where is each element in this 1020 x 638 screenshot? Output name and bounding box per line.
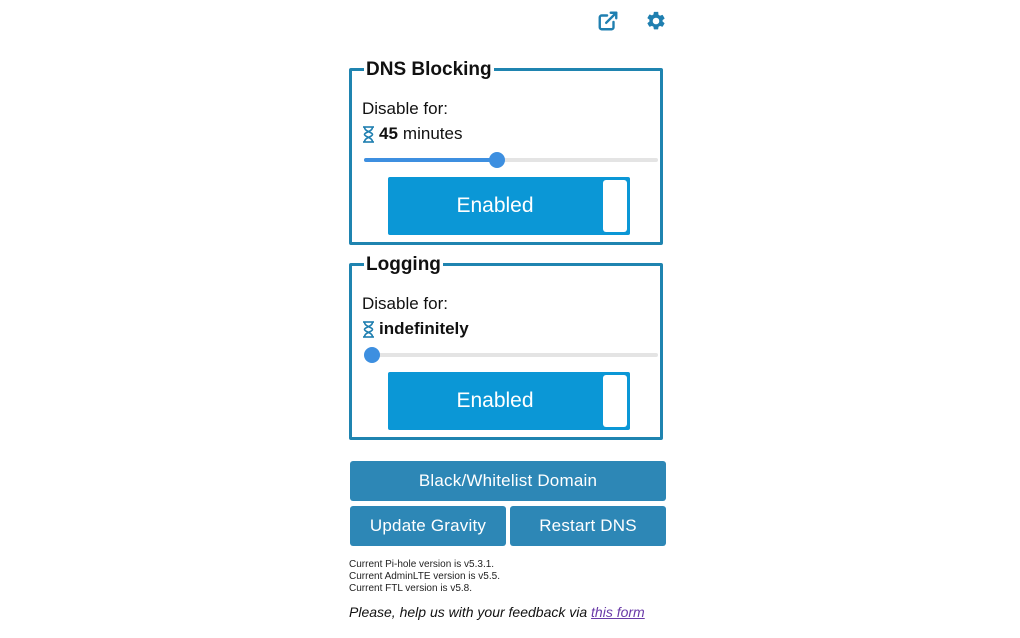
log-duration-slider[interactable] xyxy=(364,347,658,363)
log-duration-text: indefinitely xyxy=(379,319,469,338)
logging-title: Logging xyxy=(364,254,443,276)
hourglass-icon xyxy=(362,320,375,338)
dns-duration-unit: minutes xyxy=(402,124,463,143)
dns-duration: 45 minutes xyxy=(362,124,462,144)
dns-duration-value: 45 xyxy=(379,124,398,143)
slider-thumb[interactable] xyxy=(489,152,506,168)
black-whitelist-domain-button[interactable]: Black/Whitelist Domain xyxy=(350,461,666,501)
update-gravity-button[interactable]: Update Gravity xyxy=(350,506,506,546)
logging-panel: Logging Disable for: indefinitely Enable… xyxy=(349,254,663,440)
slider-thumb[interactable] xyxy=(364,347,380,363)
toggle-knob xyxy=(603,180,627,232)
restart-dns-button[interactable]: Restart DNS xyxy=(510,506,666,546)
dns-blocking-panel: DNS Blocking Disable for: 45 minutes Ena… xyxy=(349,59,663,245)
log-duration: indefinitely xyxy=(362,319,469,339)
popup-page: DNS Blocking Disable for: 45 minutes Ena… xyxy=(0,0,1020,638)
slider-track xyxy=(364,353,658,357)
dns-blocking-title: DNS Blocking xyxy=(364,59,494,81)
log-disable-label: Disable for: xyxy=(362,294,448,313)
log-toggle-label: Enabled xyxy=(456,389,534,412)
feedback-form-link[interactable]: this form xyxy=(591,604,645,620)
dns-blocking-toggle[interactable]: Enabled xyxy=(388,177,630,235)
feedback-line: Please, help us with your feedback via t… xyxy=(349,604,645,620)
ftl-version: Current FTL version is v5.8. xyxy=(349,583,473,594)
external-link-icon[interactable] xyxy=(597,10,619,32)
logging-toggle[interactable]: Enabled xyxy=(388,372,630,430)
hourglass-icon xyxy=(362,125,375,143)
pihole-version: Current Pi-hole version is v5.3.1. xyxy=(349,559,495,570)
toggle-knob xyxy=(603,375,627,427)
gear-icon[interactable] xyxy=(645,10,667,32)
dns-duration-slider[interactable] xyxy=(364,152,658,168)
feedback-text: Please, help us with your feedback via xyxy=(349,604,592,620)
slider-fill xyxy=(364,158,498,162)
dns-disable-label: Disable for: xyxy=(362,99,448,118)
dns-toggle-label: Enabled xyxy=(456,194,534,217)
adminlte-version: Current AdminLTE version is v5.5. xyxy=(349,571,500,582)
version-info: Current Pi-hole version is v5.3.1. Curre… xyxy=(349,559,500,595)
